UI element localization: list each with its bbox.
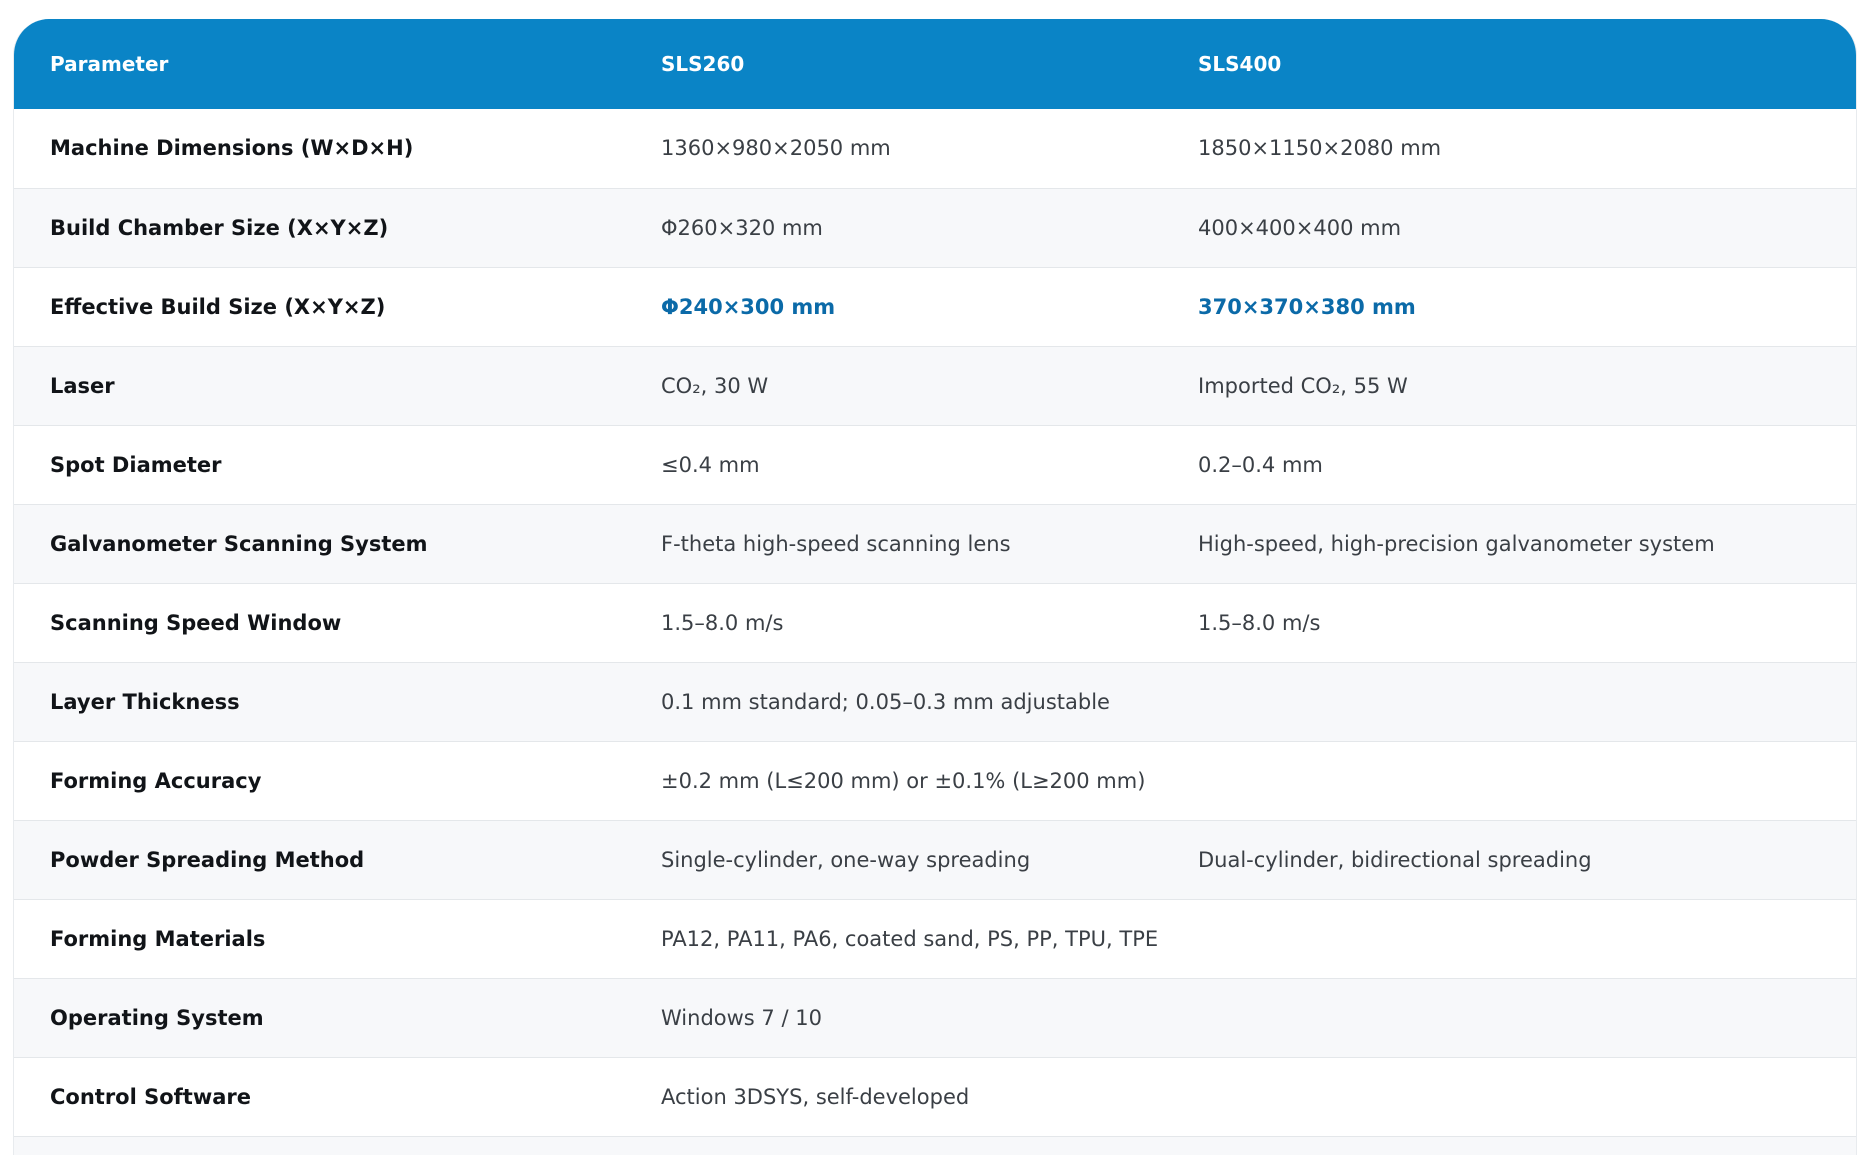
table-row: Forming Materials PA12, PA11, PA6, coated… bbox=[14, 899, 1856, 978]
sls400-cell: 1850×1150×2080 mm bbox=[1198, 136, 1442, 161]
parameter-cell: Galvanometer Scanning System bbox=[50, 531, 428, 556]
sls400-cell: Imported CO₂, 55 W bbox=[1198, 373, 1408, 398]
spec-table: Parameter SLS260 SLS400 Machine Dimensio… bbox=[14, 19, 1856, 1137]
sls400-cell: 1.5–8.0 m/s bbox=[1198, 610, 1321, 635]
header-sls400: SLS400 bbox=[1198, 52, 1282, 76]
header-sls260: SLS260 bbox=[661, 52, 745, 76]
sls400-cell bbox=[1162, 1057, 1856, 1136]
table-row: Effective Build Size (X×Y×Z) Φ240×300 mm 3… bbox=[14, 267, 1856, 346]
sls260-cell: Windows 7 / 10 bbox=[661, 1005, 822, 1030]
table-row: Layer Thickness 0.1 mm standard; 0.05–0.3… bbox=[14, 662, 1856, 741]
sls260-cell: Single-cylinder, one-way spreading bbox=[661, 847, 1031, 872]
parameter-cell: Control Software bbox=[50, 1084, 252, 1109]
table-body: Machine Dimensions (W×D×H) 1360×980×2050 … bbox=[14, 109, 1856, 1136]
sls260-cell: ±0.2 mm (L≤200 mm) or ±0.1% (L≥200 mm) bbox=[661, 768, 1146, 793]
sls260-cell: Action 3DSYS, self-developed bbox=[661, 1084, 970, 1109]
sls260-cell: PA12, PA11, PA6, coated sand, PS, PP, TP… bbox=[661, 926, 1159, 951]
parameter-cell: Machine Dimensions (W×D×H) bbox=[50, 136, 414, 161]
sls400-cell: High-speed, high-precision galvanometer … bbox=[1198, 531, 1715, 556]
parameter-cell: Spot Diameter bbox=[50, 452, 222, 477]
sls400-cell: 370×370×380 mm bbox=[1198, 294, 1416, 319]
sls260-cell: 1360×980×2050 mm bbox=[661, 136, 891, 161]
sls400-cell bbox=[1162, 741, 1856, 820]
parameter-cell: Forming Accuracy bbox=[50, 768, 262, 793]
sls400-cell bbox=[1162, 899, 1856, 978]
sls400-cell bbox=[1162, 978, 1856, 1057]
parameter-cell: Scanning Speed Window bbox=[50, 610, 342, 635]
table-row: Spot Diameter ≤0.4 mm 0.2–0.4 mm bbox=[14, 425, 1856, 504]
parameter-cell: Layer Thickness bbox=[50, 689, 240, 714]
table-row: Scanning Speed Window 1.5–8.0 m/s 1.5–8.0 … bbox=[14, 583, 1856, 662]
table-header: Parameter SLS260 SLS400 bbox=[14, 19, 1856, 109]
parameter-cell: Forming Materials bbox=[50, 926, 266, 951]
sls260-cell: 1.5–8.0 m/s bbox=[661, 610, 784, 635]
sls400-cell: 400×400×400 mm bbox=[1198, 215, 1402, 240]
table-row: Operating System Windows 7 / 10 bbox=[14, 978, 1856, 1057]
parameter-cell: Laser bbox=[50, 373, 115, 398]
sls260-cell: F-theta high-speed scanning lens bbox=[661, 531, 1011, 556]
sls400-cell: Dual-cylinder, bidirectional spreading bbox=[1198, 847, 1592, 872]
table-row: Build Chamber Size (X×Y×Z) Φ260×320 mm 400… bbox=[14, 188, 1856, 267]
table-row: Forming Accuracy ±0.2 mm (L≤200 mm) or ±0… bbox=[14, 741, 1856, 820]
spec-table-container: Parameter SLS260 SLS400 Machine Dimensio… bbox=[13, 19, 1857, 1155]
parameter-cell: Operating System bbox=[50, 1005, 264, 1030]
sls260-cell: 0.1 mm standard; 0.05–0.3 mm adjustable bbox=[661, 689, 1110, 714]
header-parameter: Parameter bbox=[50, 52, 169, 76]
sls260-cell: CO₂, 30 W bbox=[661, 373, 769, 398]
sls260-cell: Φ260×320 mm bbox=[661, 215, 823, 240]
parameter-cell: Powder Spreading Method bbox=[50, 847, 365, 872]
table-row: Control Software Action 3DSYS, self-devel… bbox=[14, 1057, 1856, 1136]
parameter-cell: Effective Build Size (X×Y×Z) bbox=[50, 294, 386, 319]
parameter-cell: Build Chamber Size (X×Y×Z) bbox=[50, 215, 389, 240]
header-row: Parameter SLS260 SLS400 bbox=[14, 19, 1856, 109]
table-row: Powder Spreading Method Single-cylinder, … bbox=[14, 820, 1856, 899]
table-row: Galvanometer Scanning System F-theta high… bbox=[14, 504, 1856, 583]
sls400-cell bbox=[1162, 662, 1856, 741]
table-row: Laser CO₂, 30 W Imported CO₂, 55 W bbox=[14, 346, 1856, 425]
sls400-cell: 0.2–0.4 mm bbox=[1198, 452, 1323, 477]
sls260-cell: ≤0.4 mm bbox=[661, 452, 760, 477]
sls260-cell: Φ240×300 mm bbox=[661, 294, 836, 319]
table-row: Machine Dimensions (W×D×H) 1360×980×2050 … bbox=[14, 109, 1856, 188]
